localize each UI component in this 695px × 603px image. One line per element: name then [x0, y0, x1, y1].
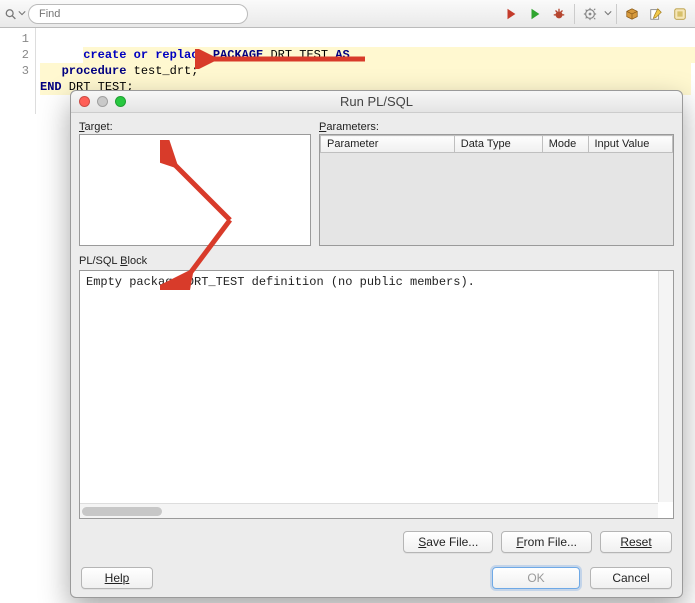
run-plsql-dialog: Run PL/SQL Target: Parameters: Parameter… — [70, 90, 683, 598]
code-token: END — [40, 80, 62, 94]
parameters-label: Parameters: — [319, 121, 674, 133]
chevron-down-icon — [18, 8, 26, 20]
dialog-titlebar: Run PL/SQL — [71, 91, 682, 113]
target-label: Target: — [79, 121, 311, 133]
col-parameter[interactable]: Parameter — [321, 136, 455, 153]
dialog-title: Run PL/SQL — [71, 94, 682, 109]
col-data-type[interactable]: Data Type — [454, 136, 542, 153]
col-mode[interactable]: Mode — [542, 136, 588, 153]
editor-toolbar — [0, 0, 695, 28]
line-gutter: 1 2 3 — [0, 28, 36, 114]
code-token: test_drt; — [126, 64, 198, 78]
plsql-block-text: Empty package DRT_TEST definition (no pu… — [80, 271, 673, 293]
plsql-block-label: PL/SQL Block — [79, 255, 674, 267]
profile-button[interactable] — [579, 4, 601, 24]
separator — [574, 4, 575, 24]
scrollbar-horizontal[interactable] — [80, 503, 658, 518]
code-token: create or replace — [83, 48, 205, 62]
compile-button[interactable] — [500, 4, 522, 24]
debug-button[interactable] — [548, 4, 570, 24]
line-number: 3 — [0, 63, 29, 79]
code-token: PACKAGE — [206, 48, 271, 62]
plsql-block-editor[interactable]: Empty package DRT_TEST definition (no pu… — [79, 270, 674, 519]
line-number: 1 — [0, 31, 29, 47]
code-token: AS — [335, 48, 349, 62]
search-icon[interactable] — [4, 4, 26, 24]
code-token: procedure — [40, 64, 126, 78]
find-input[interactable] — [28, 4, 248, 24]
package-icon[interactable] — [621, 4, 643, 24]
cancel-button[interactable]: Cancel — [590, 567, 672, 589]
edit-icon[interactable] — [645, 4, 667, 24]
tools-icon[interactable] — [669, 4, 691, 24]
scrollbar-thumb[interactable] — [82, 507, 162, 516]
help-button[interactable]: Help — [81, 567, 153, 589]
chevron-down-icon — [604, 8, 612, 20]
target-list[interactable] — [79, 134, 311, 246]
from-file-button[interactable]: From File... — [501, 531, 592, 553]
line-number: 2 — [0, 47, 29, 63]
reset-button[interactable]: Reset — [600, 531, 672, 553]
col-input-value[interactable]: Input Value — [588, 136, 673, 153]
code-token: DRT_TEST — [270, 48, 335, 62]
ok-button[interactable]: OK — [492, 567, 580, 589]
separator — [616, 4, 617, 24]
parameters-table[interactable]: Parameter Data Type Mode Input Value — [319, 134, 674, 246]
save-file-button[interactable]: Save File... — [403, 531, 493, 553]
scrollbar-vertical[interactable] — [658, 271, 673, 502]
run-button[interactable] — [524, 4, 546, 24]
